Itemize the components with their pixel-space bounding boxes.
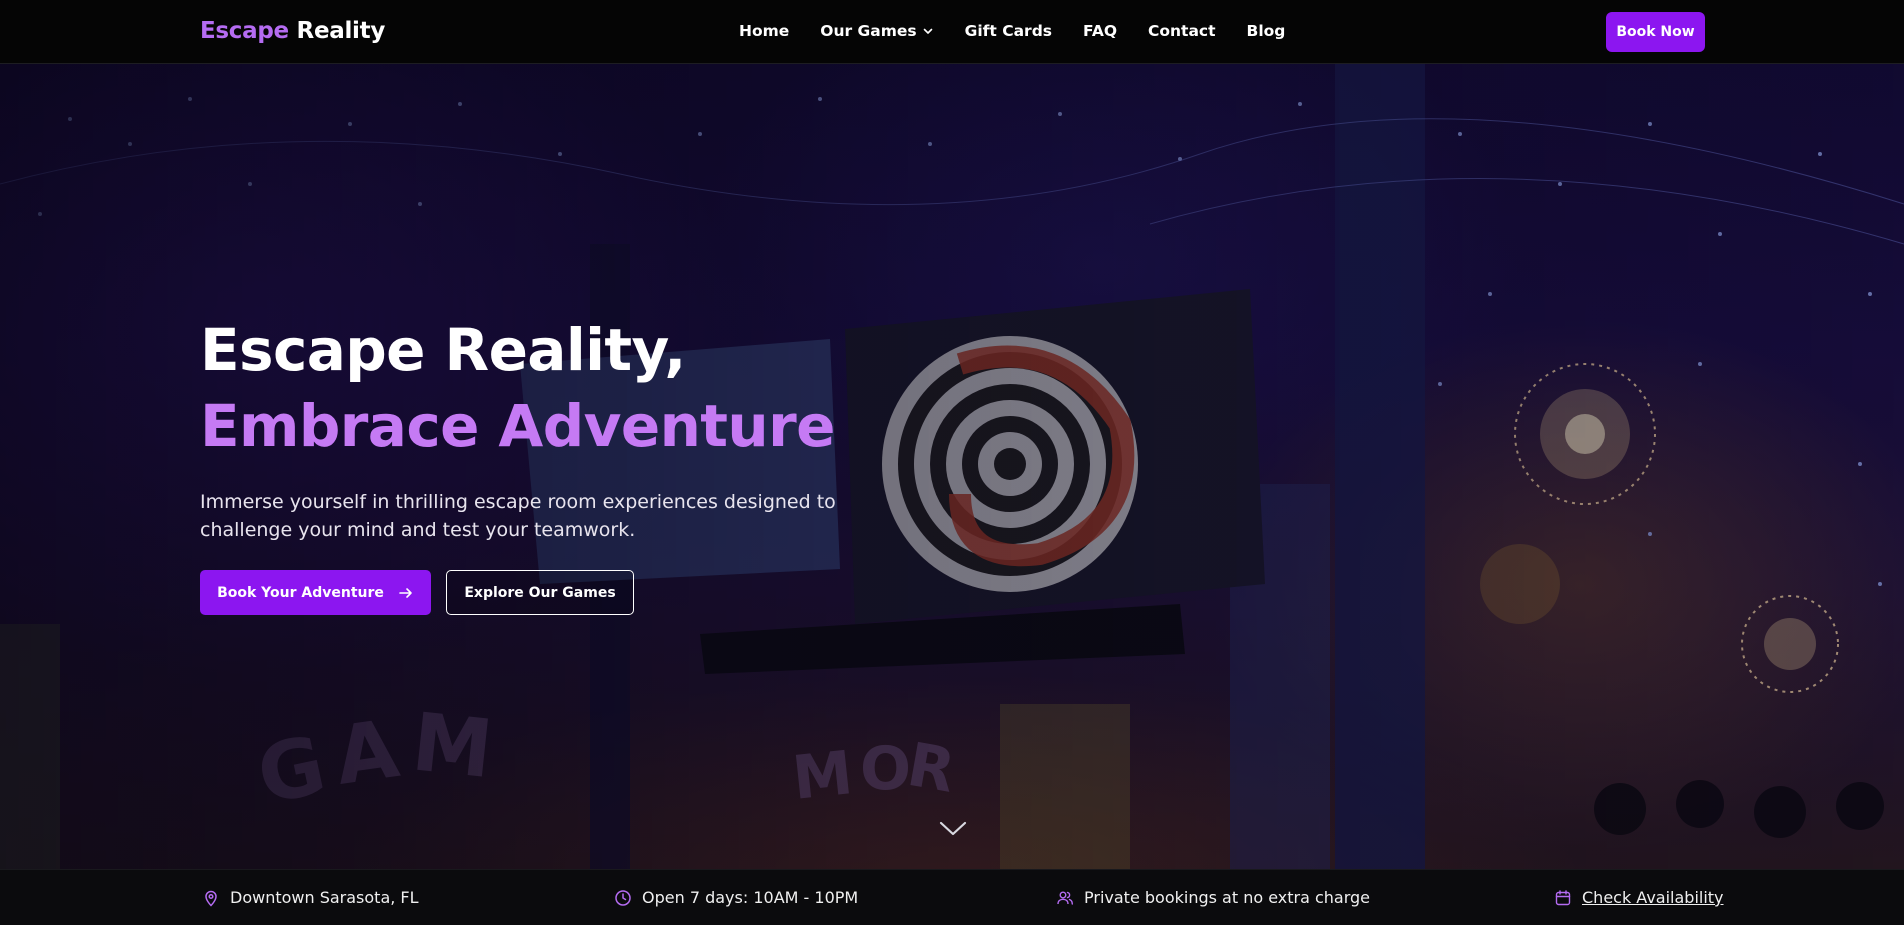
- nav-contact-label: Contact: [1148, 22, 1216, 40]
- info-hours-text: Open 7 days: 10AM - 10PM: [642, 888, 859, 907]
- hero-title-line-2: Embrace Adventure: [200, 392, 835, 460]
- nav-home[interactable]: Home: [739, 22, 789, 40]
- nav-our-games[interactable]: Our Games: [820, 22, 933, 40]
- hero-cta-row: Book Your Adventure Explore Our Games: [200, 570, 900, 615]
- page: G A M M O R Escape Reality Hom: [0, 0, 1904, 925]
- check-availability-link[interactable]: Check Availability: [1554, 888, 1724, 907]
- nav-our-games-label: Our Games: [820, 22, 917, 40]
- info-location: Downtown Sarasota, FL: [202, 888, 419, 907]
- nav-gift-cards[interactable]: Gift Cards: [965, 22, 1052, 40]
- explore-games-button[interactable]: Explore Our Games: [446, 570, 634, 615]
- info-bookings: Private bookings at no extra charge: [1056, 888, 1370, 907]
- info-bookings-text: Private bookings at no extra charge: [1084, 888, 1371, 907]
- nav-gift-cards-label: Gift Cards: [964, 22, 1053, 40]
- arrow-right-icon: [399, 587, 412, 598]
- site-logo[interactable]: Escape Reality: [200, 18, 385, 44]
- chevron-down-icon: [923, 28, 932, 34]
- calendar-icon: [1555, 889, 1571, 905]
- main-nav: Home Our Games Gift Cards FAQ Contact Bl…: [739, 22, 1285, 40]
- nav-blog-label: Blog: [1246, 22, 1286, 40]
- nav-blog[interactable]: Blog: [1247, 22, 1286, 40]
- chevron-down-icon[interactable]: [938, 818, 968, 840]
- hero-section: Escape Reality, Embrace Adventure Immers…: [200, 312, 900, 615]
- info-bar: Downtown Sarasota, FL Open 7 days: 10AM …: [0, 869, 1904, 925]
- nav-home-label: Home: [739, 22, 790, 40]
- hero-title-line-1: Escape Reality,: [200, 316, 686, 384]
- hero-title: Escape Reality, Embrace Adventure: [200, 312, 900, 464]
- nav-contact[interactable]: Contact: [1148, 22, 1216, 40]
- hero-subtitle: Immerse yourself in thrilling escape roo…: [200, 491, 836, 541]
- users-icon: [1057, 891, 1073, 905]
- clock-icon: [615, 889, 631, 906]
- logo-text: Reality: [296, 18, 386, 44]
- nav-faq[interactable]: FAQ: [1083, 22, 1117, 40]
- logo-accent-text: Escape: [200, 18, 289, 44]
- info-location-text: Downtown Sarasota, FL: [230, 888, 419, 907]
- check-availability-text[interactable]: Check Availability: [1582, 888, 1724, 907]
- book-adventure-button[interactable]: Book Your Adventure: [200, 570, 431, 615]
- site-header: Escape Reality Home Our Games Gift Cards…: [0, 0, 1904, 64]
- nav-faq-label: FAQ: [1083, 22, 1117, 40]
- map-pin-icon: [205, 890, 217, 907]
- info-hours: Open 7 days: 10AM - 10PM: [614, 888, 858, 907]
- book-now-button[interactable]: Book Now: [1606, 12, 1705, 52]
- book-adventure-label: Book Your Adventure: [217, 584, 384, 601]
